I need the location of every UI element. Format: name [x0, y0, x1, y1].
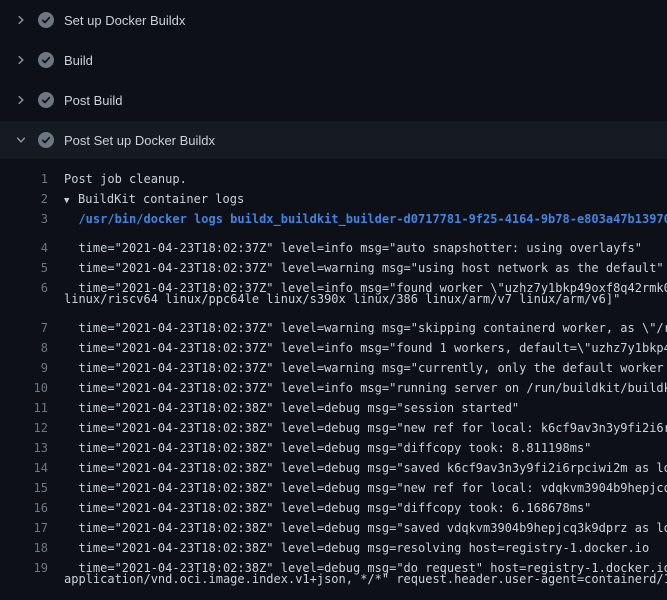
check-circle-icon	[38, 12, 54, 28]
log-text: time="2021-04-23T18:02:38Z" level=debug …	[64, 538, 649, 549]
step-label: Post Build	[64, 93, 123, 108]
line-number[interactable]: 13	[0, 438, 48, 449]
step-label: Post Set up Docker Buildx	[64, 133, 215, 148]
log-text: time="2021-04-23T18:02:37Z" level=info m…	[64, 278, 667, 289]
log-text: time="2021-04-23T18:02:38Z" level=debug …	[64, 458, 667, 469]
check-circle-icon	[38, 132, 54, 148]
log-text: time="2021-04-23T18:02:37Z" level=warnin…	[64, 258, 664, 269]
log-line: application/vnd.oci.image.index.v1+json,…	[0, 569, 667, 589]
log-text: time="2021-04-23T18:02:38Z" level=debug …	[64, 498, 591, 509]
line-number[interactable]: 10	[0, 378, 48, 389]
line-number[interactable]: 16	[0, 498, 48, 509]
log-text: time="2021-04-23T18:02:38Z" level=debug …	[64, 418, 667, 429]
log-text: Post job cleanup.	[64, 169, 187, 189]
log-text: time="2021-04-23T18:02:38Z" level=debug …	[64, 398, 519, 409]
line-number[interactable]: 15	[0, 478, 48, 489]
step-label: Set up Docker Buildx	[64, 13, 185, 28]
chevron-right-icon	[13, 52, 29, 68]
line-number[interactable]: 8	[0, 338, 48, 349]
line-number[interactable]: 17	[0, 518, 48, 529]
log-output: 1 Post job cleanup. 2 ▼BuildKit containe…	[0, 160, 667, 600]
line-number[interactable]: 11	[0, 398, 48, 409]
group-toggle-icon[interactable]: ▼	[64, 191, 78, 211]
log-text: time="2021-04-23T18:02:38Z" level=debug …	[64, 558, 667, 569]
step-row[interactable]: Build	[0, 40, 667, 80]
line-number[interactable]: 14	[0, 458, 48, 469]
line-number[interactable]: 9	[0, 358, 48, 369]
log-text: time="2021-04-23T18:02:37Z" level=warnin…	[64, 318, 667, 329]
log-text: ▼BuildKit container logs	[64, 189, 244, 209]
line-number[interactable]: 3	[0, 209, 48, 229]
log-text: linux/riscv64 linux/ppc64le linux/s390x …	[64, 289, 620, 309]
log-line: linux/riscv64 linux/ppc64le linux/s390x …	[0, 289, 667, 309]
step-row[interactable]: Post Build	[0, 80, 667, 120]
steps-list: Set up Docker Buildx Build Post Build Po…	[0, 0, 667, 159]
workflow-log-panel: Set up Docker Buildx Build Post Build Po…	[0, 0, 667, 600]
line-number[interactable]: 18	[0, 538, 48, 549]
log-text: time="2021-04-23T18:02:37Z" level=info m…	[64, 238, 642, 249]
step-row[interactable]: Set up Docker Buildx	[0, 0, 667, 40]
line-number[interactable]: 1	[0, 169, 48, 189]
line-number[interactable]: 5	[0, 258, 48, 269]
line-number	[0, 569, 48, 589]
log-line: 20 time="2021-04-23T18:02:38Z" level=deb…	[0, 589, 667, 600]
log-text: application/vnd.oci.image.index.v1+json,…	[64, 569, 667, 589]
log-line: 4 time="2021-04-23T18:02:37Z" level=info…	[0, 229, 667, 249]
chevron-right-icon	[13, 12, 29, 28]
log-text: time="2021-04-23T18:02:37Z" level=info m…	[64, 378, 667, 389]
line-number[interactable]: 2	[0, 189, 48, 209]
group-label[interactable]: BuildKit container logs	[78, 192, 244, 206]
step-label: Build	[64, 53, 93, 68]
line-number[interactable]: 7	[0, 318, 48, 329]
check-circle-icon	[38, 52, 54, 68]
check-circle-icon	[38, 92, 54, 108]
log-line: 1 Post job cleanup.	[0, 169, 667, 189]
log-text: time="2021-04-23T18:02:37Z" level=warnin…	[64, 358, 667, 369]
log-text: time="2021-04-23T18:02:38Z" level=debug …	[64, 518, 667, 529]
line-number[interactable]: 12	[0, 418, 48, 429]
log-text: /usr/bin/docker logs buildx_buildkit_bui…	[64, 209, 667, 229]
line-number[interactable]: 19	[0, 558, 48, 569]
chevron-right-icon	[13, 92, 29, 108]
log-line: 7 time="2021-04-23T18:02:37Z" level=warn…	[0, 309, 667, 329]
line-number[interactable]: 4	[0, 238, 48, 249]
log-text: time="2021-04-23T18:02:37Z" level=info m…	[64, 338, 667, 349]
chevron-down-icon	[13, 132, 29, 148]
log-text: time="2021-04-23T18:02:38Z" level=debug …	[64, 438, 591, 449]
line-number	[0, 289, 48, 309]
step-row[interactable]: Post Set up Docker Buildx	[0, 121, 667, 159]
line-number[interactable]: 6	[0, 278, 48, 289]
log-text: time="2021-04-23T18:02:38Z" level=debug …	[64, 478, 667, 489]
log-line: 2 ▼BuildKit container logs	[0, 189, 667, 209]
log-line: 3 /usr/bin/docker logs buildx_buildkit_b…	[0, 209, 667, 229]
